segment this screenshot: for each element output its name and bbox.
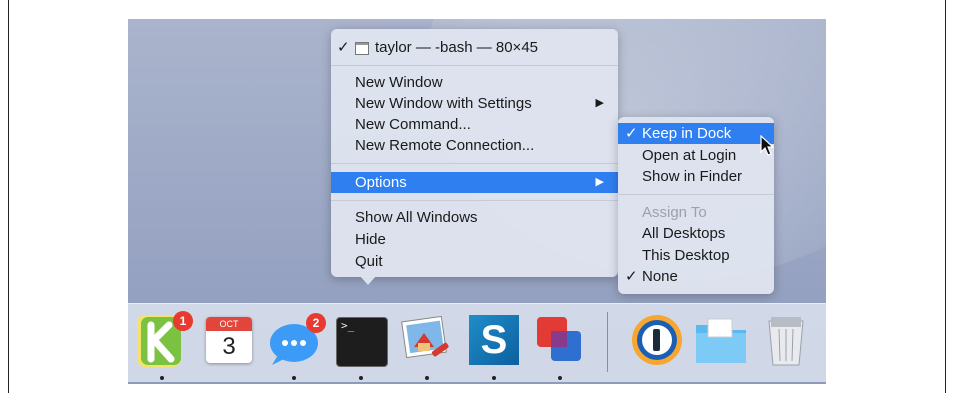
dock-divider [607,312,608,372]
menu-item-label: None [642,268,678,285]
window-icon [355,42,369,55]
menu-item-label: New Window [355,74,443,91]
menu-item-label: Show in Finder [642,168,743,185]
menu-item-label: This Desktop [642,247,730,264]
menu-pointer [360,276,376,285]
menu-item-label: All Desktops [642,225,726,242]
checkmark-icon: ✓ [337,39,350,56]
menu-item-label: Options [355,174,407,191]
menu-separator [618,194,774,195]
menu-item-options[interactable]: Options ▶ [331,172,618,193]
checkmark-icon: ✓ [625,268,638,285]
trash-icon[interactable] [757,311,815,369]
menu-separator [331,65,618,66]
menu-item-label: Open at Login [642,147,737,164]
menu-item-label: taylor — -bash — 80×45 [375,39,539,56]
notification-badge: 2 [306,313,326,333]
submenu-arrow-icon: ▶ [595,97,604,109]
submenu-item-all-desktops[interactable]: All Desktops [618,223,774,244]
right-border [945,0,946,393]
parallels-icon[interactable] [531,311,589,369]
submenu-item-open-at-login[interactable]: Open at Login [618,145,774,166]
mouse-cursor-icon [760,135,775,156]
messages-icon[interactable]: 2 [266,311,326,369]
1password-icon[interactable] [628,311,686,369]
menu-item-new-command[interactable]: New Command... [331,114,618,135]
menu-item-label: Assign To [642,204,707,221]
menu-item-label: New Remote Connection... [355,137,535,154]
menu-item-label: Quit [355,253,383,270]
running-indicator [558,376,562,380]
menu-separator [331,200,618,201]
submenu-item-this-desktop[interactable]: This Desktop [618,245,774,266]
left-border [8,0,9,393]
running-indicator [492,376,496,380]
snagit-icon[interactable]: S [465,311,523,369]
menu-item-hide[interactable]: Hide [331,229,618,250]
submenu-item-none[interactable]: ✓ None [618,266,774,287]
menu-item-window-title[interactable]: ✓ taylor — -bash — 80×45 [331,37,618,58]
submenu-section-assign-to: Assign To [618,202,774,223]
running-indicator [425,376,429,380]
terminal-prompt: >_ [341,319,355,332]
options-submenu: ✓ Keep in Dock Open at Login Show in Fin… [618,117,774,294]
menu-item-label: Hide [355,231,386,248]
running-indicator [160,376,164,380]
terminal-icon[interactable]: >_ [333,311,391,369]
menu-item-new-remote-connection[interactable]: New Remote Connection... [331,135,618,156]
menu-item-show-all-windows[interactable]: Show All Windows [331,207,618,228]
submenu-item-keep-in-dock[interactable]: ✓ Keep in Dock [618,123,774,144]
menu-item-label: Show All Windows [355,209,478,226]
kiwi-app-icon[interactable]: 1 [131,311,193,369]
dock-context-menu: ✓ taylor — -bash — 80×45 New Window New … [331,29,618,277]
downloads-folder-icon[interactable] [692,311,750,369]
menu-item-quit[interactable]: Quit [331,251,618,272]
menu-item-new-window-with-settings[interactable]: New Window with Settings ▶ [331,93,618,114]
menu-item-label: Keep in Dock [642,125,732,142]
running-indicator [359,376,363,380]
submenu-item-show-in-finder[interactable]: Show in Finder [618,166,774,187]
menu-item-label: New Window with Settings [355,95,532,112]
calendar-day: 3 [222,333,236,360]
menu-item-new-window[interactable]: New Window [331,72,618,93]
snagit-letter: S [480,318,508,362]
preview-icon[interactable] [398,311,456,369]
calendar-month: OCT [206,317,252,331]
menu-item-label: New Command... [355,116,471,133]
submenu-arrow-icon: ▶ [595,176,604,188]
notification-badge: 1 [173,311,193,331]
running-indicator [292,376,296,380]
calendar-icon[interactable]: OCT 3 [200,311,258,369]
menu-separator [331,163,618,164]
checkmark-icon: ✓ [625,125,638,142]
